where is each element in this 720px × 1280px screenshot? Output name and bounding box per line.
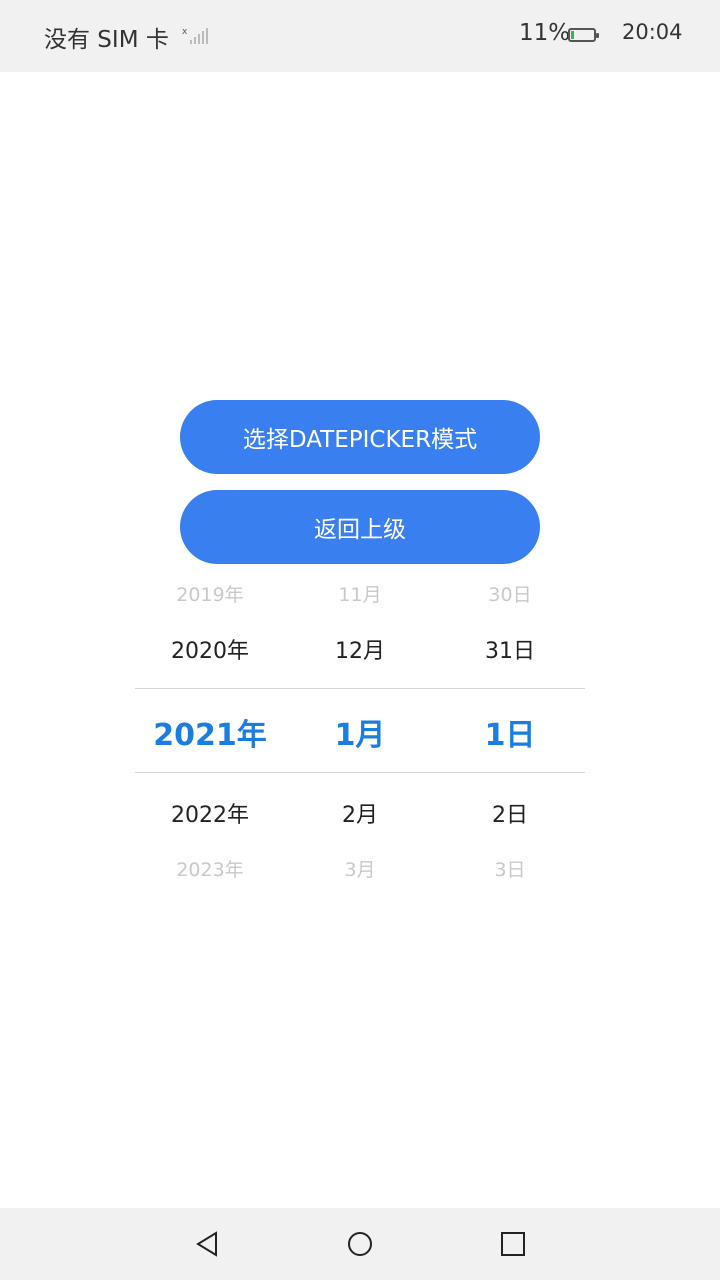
carrier-label: 没有 SIM 卡 <box>44 27 169 53</box>
year-column[interactable]: 2019年 2020年 2021年 2022年 2023年 <box>135 570 285 890</box>
back-triangle-icon[interactable] <box>192 1228 224 1260</box>
day-option[interactable]: 2日 <box>435 797 585 829</box>
month-option[interactable]: 11月 <box>285 580 435 607</box>
back-to-parent-button[interactable]: 返回上级 <box>180 490 540 564</box>
month-option[interactable]: 3月 <box>285 855 435 882</box>
year-option-selected[interactable]: 2021年 <box>135 710 285 754</box>
month-column[interactable]: 11月 12月 1月 2月 3月 <box>285 570 435 890</box>
day-option[interactable]: 3日 <box>435 855 585 882</box>
day-column[interactable]: 30日 31日 1日 2日 3日 <box>435 570 585 890</box>
month-option[interactable]: 2月 <box>285 797 435 829</box>
battery-level-fill <box>571 31 574 39</box>
year-option[interactable]: 2022年 <box>135 797 285 829</box>
year-option[interactable]: 2020年 <box>135 633 285 665</box>
date-picker[interactable]: 2019年 2020年 2021年 2022年 2023年 11月 12月 1月… <box>135 570 585 890</box>
status-bar: 没有 SIM 卡 x 11% 20:04 <box>0 0 720 72</box>
day-option[interactable]: 30日 <box>435 580 585 607</box>
month-option-selected[interactable]: 1月 <box>285 710 435 754</box>
year-option[interactable]: 2023年 <box>135 855 285 882</box>
select-datepicker-mode-button[interactable]: 选择DATEPICKER模式 <box>180 400 540 474</box>
battery-percent: 11% <box>519 20 571 46</box>
day-option[interactable]: 31日 <box>435 633 585 665</box>
home-circle-icon[interactable] <box>344 1228 376 1260</box>
recents-square-icon[interactable] <box>497 1228 529 1260</box>
svg-text:x: x <box>182 27 188 37</box>
navigation-bar <box>0 1208 720 1280</box>
signal-icon: x <box>182 27 208 44</box>
month-option[interactable]: 12月 <box>285 633 435 665</box>
clock: 20:04 <box>622 20 683 44</box>
year-option[interactable]: 2019年 <box>135 580 285 607</box>
day-option-selected[interactable]: 1日 <box>435 710 585 754</box>
battery-icon <box>568 28 599 42</box>
